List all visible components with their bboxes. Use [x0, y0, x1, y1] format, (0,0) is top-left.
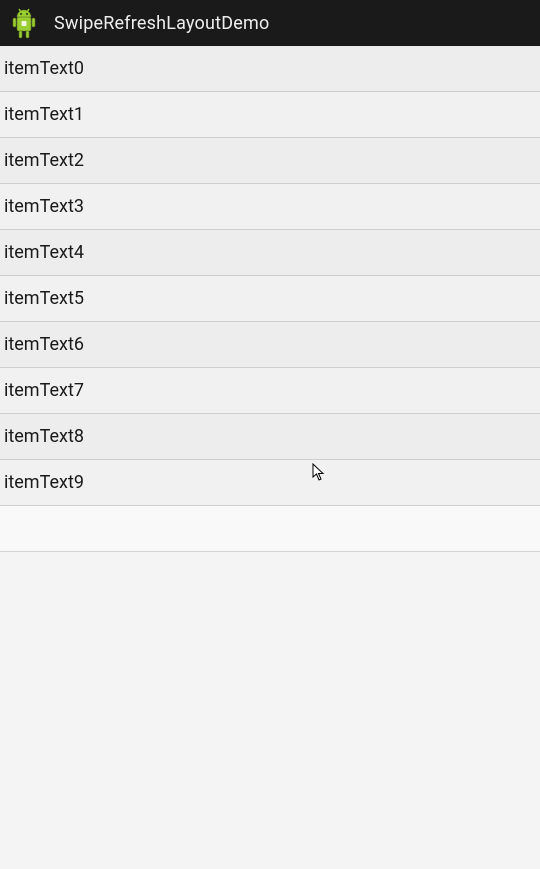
app-title: SwipeRefreshLayoutDemo [54, 13, 269, 34]
list-item[interactable]: itemText2 [0, 138, 540, 184]
list-item-label: itemText9 [4, 472, 84, 493]
list-item-label: itemText6 [4, 334, 84, 355]
list-empty-row [0, 506, 540, 552]
list-item[interactable]: itemText6 [0, 322, 540, 368]
action-bar: SwipeRefreshLayoutDemo [0, 0, 540, 46]
list-item-label: itemText7 [4, 380, 84, 401]
list-item-label: itemText1 [4, 104, 84, 125]
list-item[interactable]: itemText4 [0, 230, 540, 276]
list-item-label: itemText8 [4, 426, 84, 447]
list-item-label: itemText3 [4, 196, 84, 217]
list-item-label: itemText0 [4, 58, 84, 79]
list-item[interactable]: itemText3 [0, 184, 540, 230]
list-item[interactable]: itemText8 [0, 414, 540, 460]
list-item[interactable]: itemText7 [0, 368, 540, 414]
list-item[interactable]: itemText1 [0, 92, 540, 138]
list-item[interactable]: itemText0 [0, 46, 540, 92]
list-view[interactable]: itemText0 itemText1 itemText2 itemText3 … [0, 46, 540, 506]
list-item[interactable]: itemText5 [0, 276, 540, 322]
list-item-label: itemText5 [4, 288, 84, 309]
list-item-label: itemText2 [4, 150, 84, 171]
list-item-label: itemText4 [4, 242, 84, 263]
android-app-icon [8, 5, 40, 41]
list-item[interactable]: itemText9 [0, 460, 540, 506]
